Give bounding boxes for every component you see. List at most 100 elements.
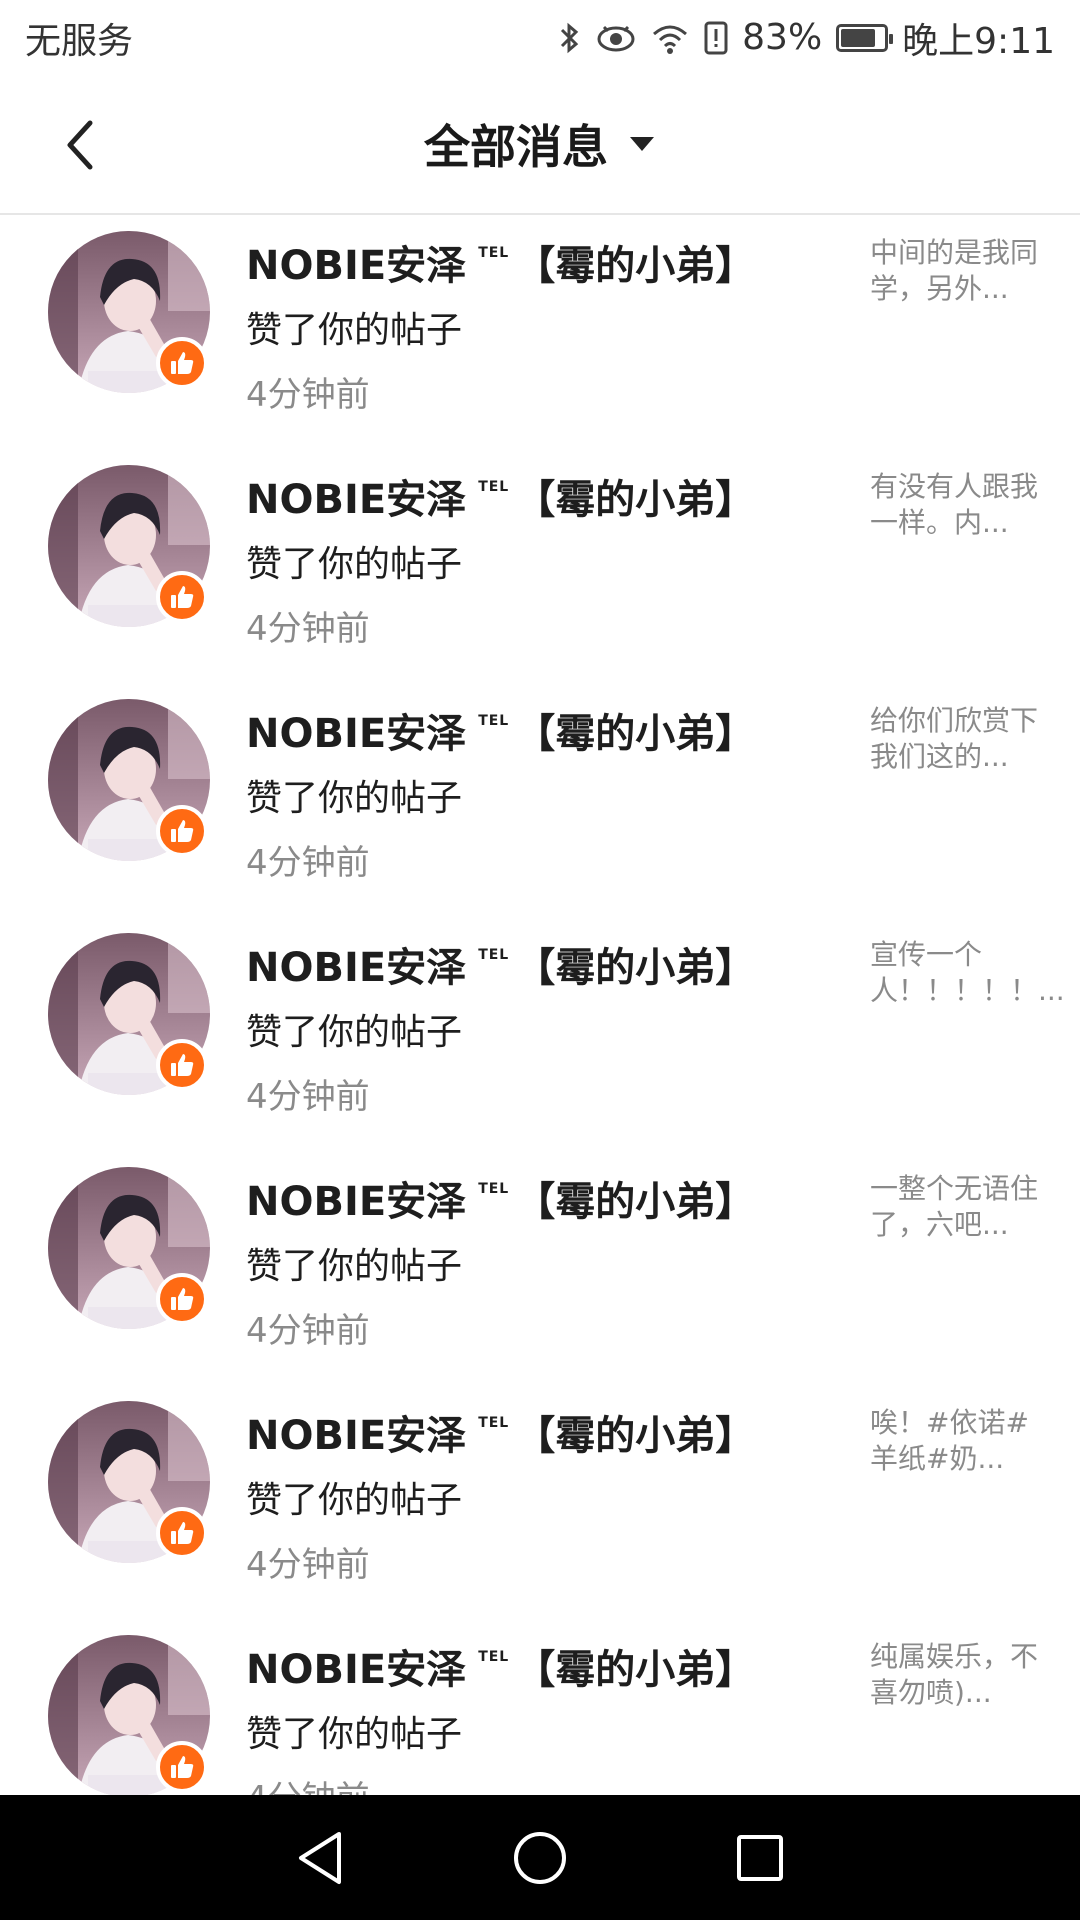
- user-badge: TEL: [478, 1649, 510, 1665]
- notification-time: 4分钟前: [246, 1545, 370, 1585]
- notification-time: 4分钟前: [246, 1311, 370, 1351]
- user-name[interactable]: NOBIE安泽: [246, 935, 466, 993]
- like-badge: [156, 805, 208, 857]
- user-group: 【霉的小弟】: [515, 1647, 756, 1693]
- user-name[interactable]: NOBIE安泽: [246, 467, 466, 525]
- nav-recents-button[interactable]: [715, 1813, 805, 1903]
- notification-item[interactable]: NOBIE安泽 TEL 【霉的小弟】 赞了你的帖子 4分钟前 纯属娱乐，不喜勿喷…: [0, 1619, 1080, 1795]
- user-name[interactable]: NOBIE安泽: [246, 233, 466, 291]
- recents-square-icon: [737, 1834, 783, 1881]
- user-group: 【霉的小弟】: [515, 1413, 756, 1459]
- notification-text: NOBIE安泽 TEL 【霉的小弟】 赞了你的帖子 4分钟前: [246, 935, 846, 1118]
- notification-text: NOBIE安泽 TEL 【霉的小弟】 赞了你的帖子 4分钟前: [246, 701, 846, 884]
- thumbs-up-icon: [171, 1522, 194, 1544]
- home-circle-icon: [514, 1831, 566, 1884]
- battery-percent: 83%: [742, 17, 823, 58]
- notification-action: 赞了你的帖子: [246, 1012, 463, 1053]
- notification-item[interactable]: NOBIE安泽 TEL 【霉的小弟】 赞了你的帖子 4分钟前 中间的是我同学，另…: [0, 215, 1080, 449]
- thumbs-up-icon: [171, 586, 194, 608]
- user-line: NOBIE安泽 TEL 【霉的小弟】: [246, 935, 846, 993]
- system-nav-bar: [0, 1795, 1080, 1920]
- post-preview[interactable]: 中间的是我同学，另外...: [870, 235, 1040, 307]
- notification-time: 4分钟前: [246, 1077, 370, 1117]
- user-badge: TEL: [478, 479, 510, 495]
- post-preview[interactable]: 纯属娱乐，不喜勿喷)...: [870, 1639, 1040, 1711]
- thumbs-up-icon: [171, 820, 194, 842]
- like-badge: [156, 1507, 208, 1559]
- post-preview[interactable]: 宣传一个人！！！！！...: [870, 937, 1065, 1009]
- notification-list: NOBIE安泽 TEL 【霉的小弟】 赞了你的帖子 4分钟前 中间的是我同学，另…: [0, 215, 1080, 1795]
- notification-item[interactable]: NOBIE安泽 TEL 【霉的小弟】 赞了你的帖子 4分钟前 有没有人跟我一样。…: [0, 449, 1080, 683]
- notification-time: 4分钟前: [246, 1771, 846, 1795]
- status-bar: 无服务 83% 晚上9:11: [0, 0, 1080, 75]
- notification-action: 赞了你的帖子: [246, 310, 463, 351]
- like-badge: [156, 337, 208, 389]
- user-badge: TEL: [478, 245, 510, 261]
- nav-back-button[interactable]: [275, 1813, 365, 1903]
- user-group: 【霉的小弟】: [515, 945, 756, 991]
- battery-icon: [836, 23, 894, 52]
- notification-time: 4分钟前: [246, 843, 370, 883]
- user-group: 【霉的小弟】: [515, 243, 756, 289]
- notification-action: 赞了你的帖子: [246, 544, 463, 585]
- user-line: NOBIE安泽 TEL 【霉的小弟】: [246, 1169, 846, 1227]
- user-badge: TEL: [478, 1415, 510, 1431]
- post-preview[interactable]: 一整个无语住了，六吧...: [870, 1171, 1040, 1243]
- user-group: 【霉的小弟】: [515, 1179, 756, 1225]
- like-badge: [156, 1741, 208, 1793]
- notification-text: NOBIE安泽 TEL 【霉的小弟】 赞了你的帖子 4分钟前: [246, 1403, 846, 1586]
- user-name[interactable]: NOBIE安泽: [246, 1169, 466, 1227]
- notification-item[interactable]: NOBIE安泽 TEL 【霉的小弟】 赞了你的帖子 4分钟前 宣传一个人！！！！…: [0, 917, 1080, 1151]
- notification-action: 赞了你的帖子: [246, 1246, 463, 1287]
- user-name[interactable]: NOBIE安泽: [246, 701, 466, 759]
- user-line: NOBIE安泽 TEL 【霉的小弟】: [246, 233, 846, 291]
- caret-down-icon: [630, 137, 654, 151]
- notification-action: 赞了你的帖子: [246, 1714, 463, 1755]
- user-badge: TEL: [478, 1181, 510, 1197]
- nav-home-button[interactable]: [495, 1813, 585, 1903]
- post-preview[interactable]: 给你们欣赏下我们这的...: [870, 703, 1040, 775]
- notification-item[interactable]: NOBIE安泽 TEL 【霉的小弟】 赞了你的帖子 4分钟前 给你们欣赏下我们这…: [0, 683, 1080, 917]
- like-badge: [156, 1039, 208, 1091]
- thumbs-up-icon: [171, 1756, 194, 1778]
- wifi-icon: [650, 22, 690, 54]
- thumbs-up-icon: [171, 1288, 194, 1310]
- user-badge: TEL: [478, 713, 510, 729]
- back-button[interactable]: [40, 105, 120, 185]
- user-line: NOBIE安泽 TEL 【霉的小弟】: [246, 701, 846, 759]
- bluetooth-icon: [558, 20, 582, 56]
- notification-text: NOBIE安泽 TEL 【霉的小弟】 赞了你的帖子 4分钟前: [246, 467, 846, 650]
- user-line: NOBIE安泽 TEL 【霉的小弟】: [246, 1403, 846, 1461]
- user-name[interactable]: NOBIE安泽: [246, 1403, 466, 1461]
- user-name[interactable]: NOBIE安泽: [246, 1637, 466, 1695]
- user-line: NOBIE安泽 TEL 【霉的小弟】: [246, 467, 846, 525]
- top-bar: 全部消息: [0, 75, 1080, 215]
- post-preview[interactable]: 有没有人跟我一样。内...: [870, 469, 1040, 541]
- user-group: 【霉的小弟】: [515, 477, 756, 523]
- notification-time: 4分钟前: [246, 375, 370, 415]
- alert-icon: [704, 21, 728, 55]
- status-icons: 83% 晚上9:11: [558, 12, 1055, 64]
- user-badge: TEL: [478, 947, 510, 963]
- clock: 晚上9:11: [902, 20, 1055, 62]
- thumbs-up-icon: [171, 352, 194, 374]
- notification-text: NOBIE安泽 TEL 【霉的小弟】 赞了你的帖子 4分钟前: [246, 1637, 846, 1795]
- post-preview[interactable]: 唉！#依诺#羊纸#奶...: [870, 1405, 1040, 1477]
- eye-icon: [596, 23, 636, 53]
- user-group: 【霉的小弟】: [515, 711, 756, 757]
- like-badge: [156, 1273, 208, 1325]
- notification-text: NOBIE安泽 TEL 【霉的小弟】 赞了你的帖子 4分钟前: [246, 1169, 846, 1352]
- notification-item[interactable]: NOBIE安泽 TEL 【霉的小弟】 赞了你的帖子 4分钟前 一整个无语住了，六…: [0, 1151, 1080, 1385]
- page-title: 全部消息: [424, 120, 608, 174]
- back-triangle-icon: [299, 1831, 341, 1884]
- notification-text: NOBIE安泽 TEL 【霉的小弟】 赞了你的帖子 4分钟前: [246, 233, 846, 416]
- chevron-left-icon: [67, 120, 93, 170]
- notification-action: 赞了你的帖子: [246, 1480, 463, 1521]
- like-badge: [156, 571, 208, 623]
- user-line: NOBIE安泽 TEL 【霉的小弟】: [246, 1637, 846, 1695]
- thumbs-up-icon: [171, 1054, 194, 1076]
- notification-item[interactable]: NOBIE安泽 TEL 【霉的小弟】 赞了你的帖子 4分钟前 唉！#依诺#羊纸#…: [0, 1385, 1080, 1619]
- carrier-label: 无服务: [25, 20, 134, 62]
- screen: 无服务 83% 晚上9:11 全部消息 NOBIE安泽 TEL 【霉的小弟】 赞…: [0, 0, 1080, 1920]
- message-filter-dropdown[interactable]: 全部消息: [424, 111, 656, 177]
